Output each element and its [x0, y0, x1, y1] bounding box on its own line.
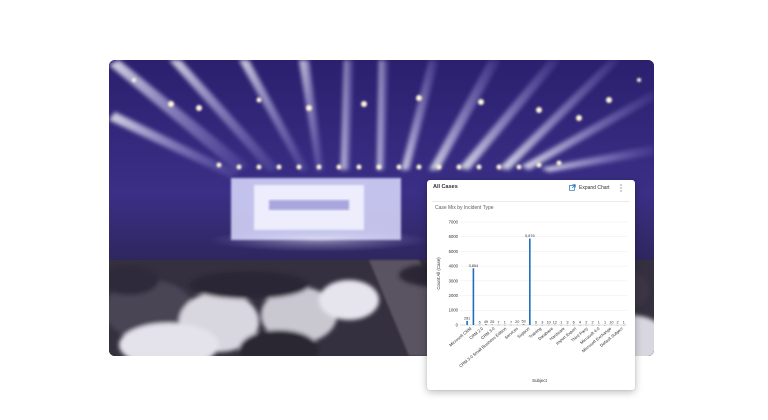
data-label: 7	[510, 320, 512, 324]
y-tick-label: 0	[456, 322, 459, 327]
data-label: 1	[623, 320, 625, 324]
bar	[472, 268, 475, 325]
data-label: 6	[479, 320, 481, 324]
data-label: 1	[560, 320, 562, 324]
bar	[485, 324, 487, 325]
x-axis-title: Subject	[532, 378, 547, 383]
y-tick-label: 1000	[449, 308, 459, 313]
data-label: 10	[547, 320, 551, 324]
data-label: 1	[598, 320, 600, 324]
bar	[522, 324, 525, 325]
data-label: 7	[497, 320, 499, 324]
data-label: 3	[566, 320, 568, 324]
y-tick-label: 2000	[449, 293, 459, 298]
data-label: 281	[464, 316, 470, 320]
y-tick-label: 7000	[449, 219, 459, 224]
y-tick-label: 3000	[449, 278, 459, 283]
data-label: 53	[521, 320, 525, 324]
data-label: 49	[484, 320, 488, 324]
data-label: 6	[573, 320, 575, 324]
data-label: 2	[585, 320, 587, 324]
bar	[466, 320, 468, 325]
expand-chart-label: Expand Chart	[579, 184, 610, 191]
more-options-icon[interactable]	[619, 184, 623, 192]
y-axis-title: Count:All (Case)	[436, 257, 441, 290]
data-label: 6	[535, 320, 537, 324]
card-title: All Cases	[433, 184, 458, 190]
data-label: 3	[541, 320, 543, 324]
data-label: 1	[604, 320, 606, 324]
data-label: 2	[617, 320, 619, 324]
data-label: 5,876	[525, 234, 535, 238]
data-label: 4	[579, 320, 581, 324]
bar	[529, 238, 531, 325]
data-label: 1	[504, 320, 506, 324]
y-tick-label: 6000	[449, 234, 459, 239]
expand-chart-button[interactable]: Expand Chart	[569, 183, 610, 192]
y-tick-label: 5000	[449, 249, 459, 254]
chart-area: Case Mix by Incident Type 0 1000 2000 3000 4…	[432, 201, 630, 388]
data-label: 10	[609, 320, 613, 324]
data-label: 25	[490, 320, 494, 324]
data-label: 20	[515, 320, 519, 324]
expand-icon	[569, 184, 576, 191]
bar-chart: 010002000300040005000600070002813,8546 49…	[436, 219, 627, 383]
data-label: 12	[553, 320, 557, 324]
chart-card: All Cases Expand Chart Case Mix by Incid…	[427, 180, 635, 390]
y-tick-label: 4000	[449, 264, 459, 269]
card-header: All Cases Expand Chart	[427, 180, 635, 196]
data-label: 2	[591, 320, 593, 324]
data-label: 3,854	[469, 264, 479, 268]
